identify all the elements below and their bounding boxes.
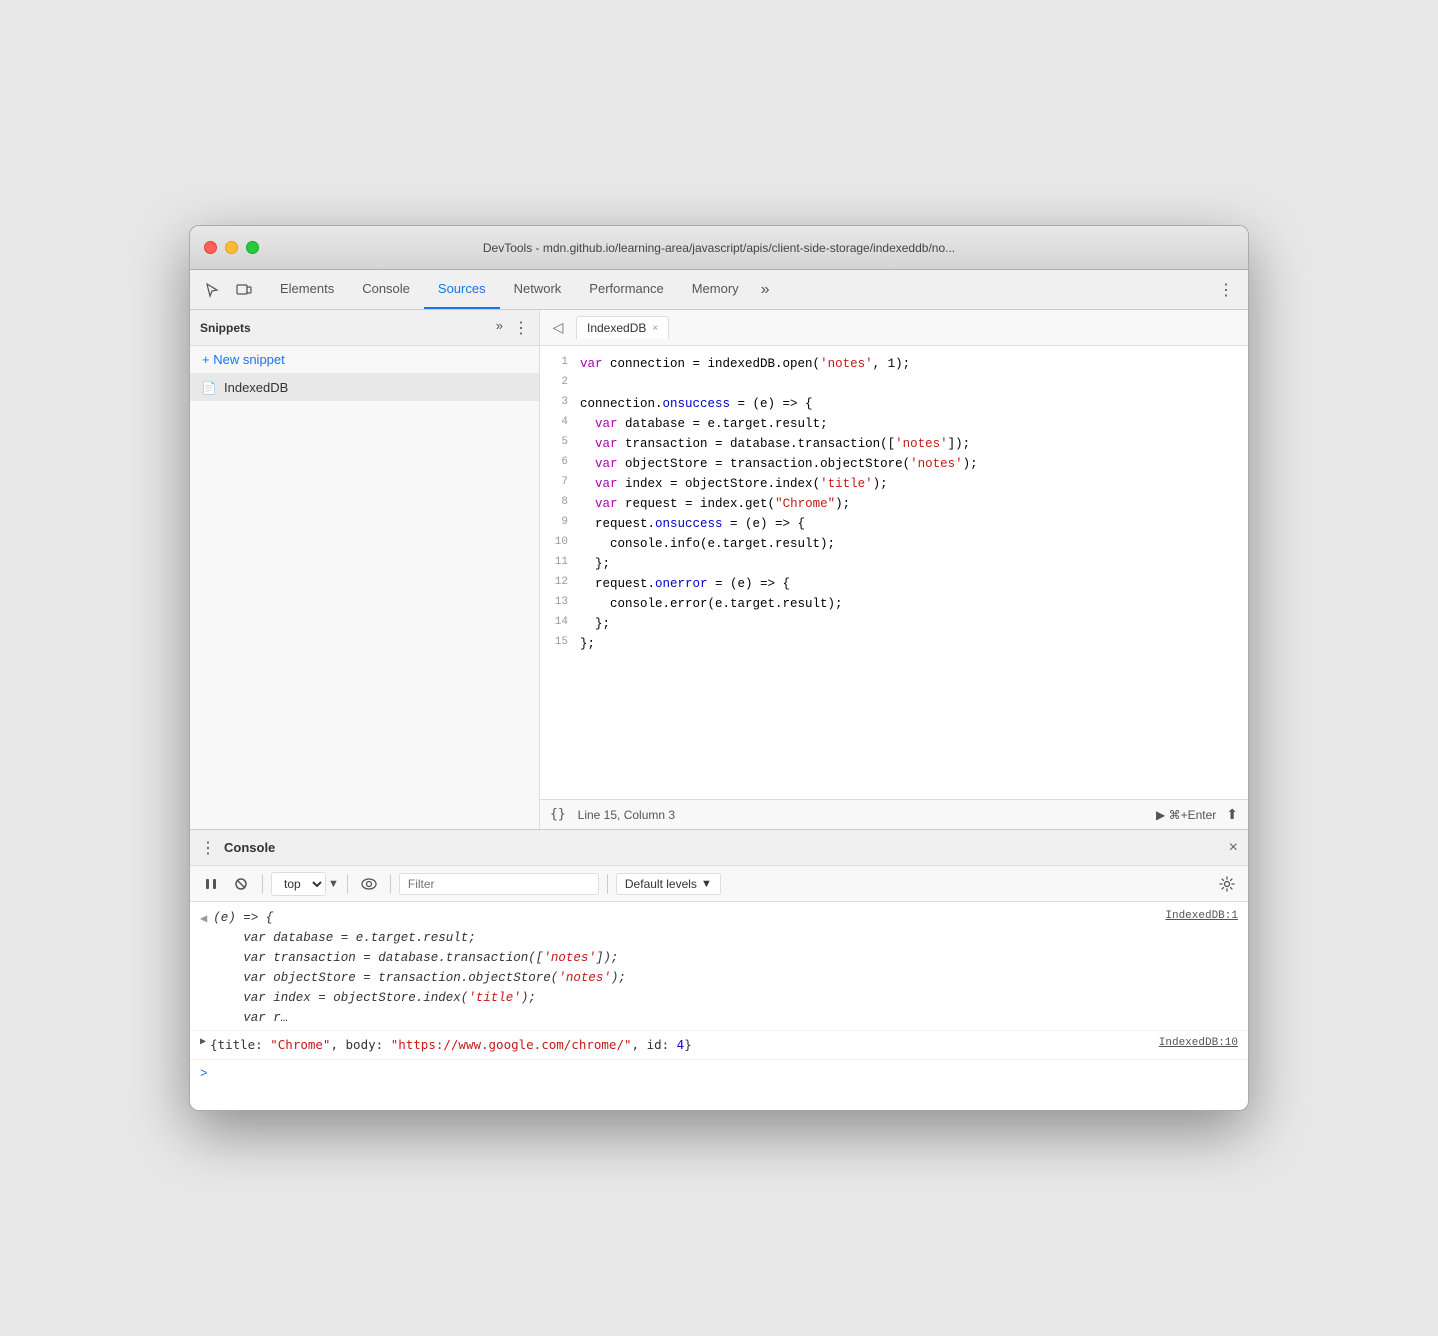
code-line-12: 12 request.onerror = (e) => {: [540, 574, 1248, 594]
code-line-10: 10 console.info(e.target.result);: [540, 534, 1248, 554]
code-line-14: 14 };: [540, 614, 1248, 634]
code-line-9: 9 request.onsuccess = (e) => {: [540, 514, 1248, 534]
tab-overflow[interactable]: »: [753, 281, 778, 299]
tab-performance[interactable]: Performance: [575, 270, 677, 309]
console-entry-function: ◀ (e) => { var database = e.target.resul…: [190, 906, 1248, 1031]
new-snippet-button[interactable]: + New snippet: [190, 346, 539, 374]
window-title: DevTools - mdn.github.io/learning-area/j…: [483, 241, 955, 255]
cursor-position: Line 15, Column 3: [578, 808, 675, 822]
tab-elements[interactable]: Elements: [266, 270, 348, 309]
object-text: {title: "Chrome", body: "https://www.goo…: [210, 1035, 692, 1055]
console-header: ⋮ Console ×: [190, 830, 1248, 866]
devtools-window: DevTools - mdn.github.io/learning-area/j…: [189, 225, 1249, 1111]
toolbar-separator: [262, 874, 263, 894]
snippet-item-label: IndexedDB: [224, 380, 288, 395]
sidebar-overflow-icon[interactable]: »: [496, 318, 503, 338]
console-menu-icon[interactable]: ⋮: [200, 838, 216, 858]
console-close-icon[interactable]: ×: [1229, 839, 1238, 857]
code-line-7: 7 var index = objectStore.index('title')…: [540, 474, 1248, 494]
toolbar-separator-3: [390, 874, 391, 894]
entry-text: (e) => { var database = e.target.result;…: [213, 908, 1165, 1028]
run-button[interactable]: ▶ ⌘+Enter: [1156, 808, 1216, 822]
tab-sources[interactable]: Sources: [424, 270, 500, 309]
entry-source-link-1[interactable]: IndexedDB:1: [1165, 908, 1238, 926]
entry-arrow-left: ◀: [200, 910, 207, 929]
code-line-5: 5 var transaction = database.transaction…: [540, 434, 1248, 454]
maximize-button[interactable]: [246, 241, 259, 254]
device-icon[interactable]: [230, 276, 258, 304]
close-button[interactable]: [204, 241, 217, 254]
expand-object-icon[interactable]: ▶: [200, 1035, 206, 1051]
tabs: Elements Console Sources Network Perform…: [266, 270, 1212, 309]
toolbar-separator-4: [607, 874, 608, 894]
traffic-lights: [204, 241, 259, 254]
sidebar-more-icon[interactable]: ⋮: [513, 318, 529, 338]
filter-input[interactable]: [399, 873, 599, 895]
code-line-11: 11 };: [540, 554, 1248, 574]
default-levels-button[interactable]: Default levels ▼: [616, 873, 721, 895]
snippet-file-icon: 📄: [202, 381, 216, 395]
code-line-3: 3 connection.onsuccess = (e) => {: [540, 394, 1248, 414]
snippet-item-indexeddb[interactable]: 📄 IndexedDB: [190, 374, 539, 401]
default-levels-dropdown-icon: ▼: [701, 878, 712, 890]
toolbar-right: ⋮: [1212, 276, 1240, 304]
code-line-2: 2: [540, 374, 1248, 394]
code-line-15: 15 };: [540, 634, 1248, 654]
close-file-tab-icon[interactable]: ×: [652, 323, 658, 334]
context-dropdown-icon: ▼: [328, 878, 339, 890]
block-icon[interactable]: [228, 871, 254, 897]
file-tab-name: IndexedDB: [587, 321, 646, 335]
default-levels-label: Default levels: [625, 877, 697, 891]
console-prompt[interactable]: >: [190, 1060, 1248, 1088]
toolbar-separator-2: [347, 874, 348, 894]
pause-icon[interactable]: [198, 871, 224, 897]
minimize-button[interactable]: [225, 241, 238, 254]
editor-file-tab[interactable]: IndexedDB ×: [576, 316, 669, 339]
code-line-1: 1 var connection = indexedDB.open('notes…: [540, 354, 1248, 374]
sidebar-header: Snippets » ⋮: [190, 310, 539, 346]
prompt-arrow-icon: >: [200, 1064, 208, 1084]
toolbar-icons: [198, 276, 258, 304]
sources-panel: Snippets » ⋮ + New snippet 📄 IndexedDB ◁…: [190, 310, 1248, 830]
new-snippet-label: + New snippet: [202, 352, 285, 367]
tab-network[interactable]: Network: [500, 270, 576, 309]
devtools-toolbar: Elements Console Sources Network Perform…: [190, 270, 1248, 310]
editor-back-icon[interactable]: ◁: [544, 314, 572, 342]
console-panel: ⋮ Console × top ▼: [190, 830, 1248, 1110]
console-toolbar: top ▼ Default levels ▼: [190, 866, 1248, 902]
console-entry-object: ▶ {title: "Chrome", body: "https://www.g…: [190, 1031, 1248, 1060]
sidebar: Snippets » ⋮ + New snippet 📄 IndexedDB: [190, 310, 540, 829]
editor-statusbar: {} Line 15, Column 3 ▶ ⌘+Enter ⬆: [540, 799, 1248, 829]
code-editor[interactable]: 1 var connection = indexedDB.open('notes…: [540, 346, 1248, 799]
entry-source-link-2[interactable]: IndexedDB:10: [1159, 1035, 1238, 1053]
code-line-8: 8 var request = index.get("Chrome");: [540, 494, 1248, 514]
expand-editor-icon[interactable]: ⬆: [1226, 806, 1238, 823]
titlebar: DevTools - mdn.github.io/learning-area/j…: [190, 226, 1248, 270]
format-icon[interactable]: {}: [550, 807, 566, 822]
editor-area: ◁ IndexedDB × 1 var connection = indexed…: [540, 310, 1248, 829]
context-select[interactable]: top: [271, 872, 326, 896]
code-line-6: 6 var objectStore = transaction.objectSt…: [540, 454, 1248, 474]
more-menu-icon[interactable]: ⋮: [1212, 276, 1240, 304]
code-line-4: 4 var database = e.target.result;: [540, 414, 1248, 434]
code-line-13: 13 console.error(e.target.result);: [540, 594, 1248, 614]
console-output: ◀ (e) => { var database = e.target.resul…: [190, 902, 1248, 1110]
sidebar-title: Snippets: [200, 321, 496, 335]
editor-tabs: ◁ IndexedDB ×: [540, 310, 1248, 346]
console-title: Console: [224, 840, 1229, 855]
eye-icon[interactable]: [356, 871, 382, 897]
sidebar-header-icons: » ⋮: [496, 318, 529, 338]
settings-icon[interactable]: [1214, 871, 1240, 897]
cursor-icon[interactable]: [198, 276, 226, 304]
run-label: ▶ ⌘+Enter: [1156, 808, 1216, 822]
tab-memory[interactable]: Memory: [678, 270, 753, 309]
tab-console[interactable]: Console: [348, 270, 424, 309]
